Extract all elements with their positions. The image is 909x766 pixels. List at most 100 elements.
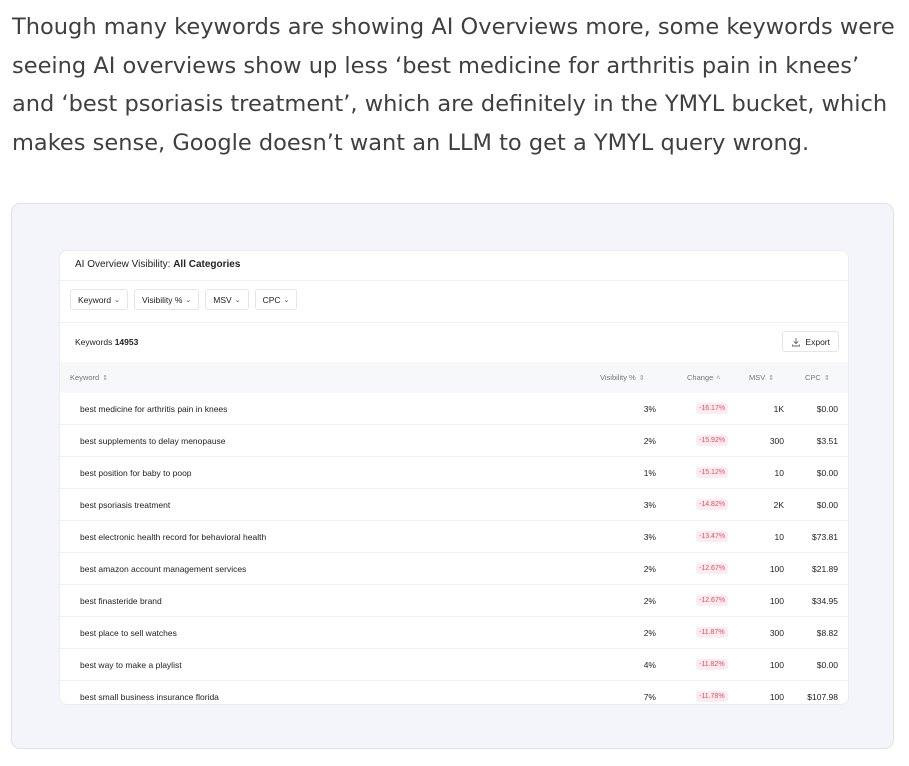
cell-msv: 100 bbox=[769, 564, 784, 574]
table-row[interactable]: best amazon account management services … bbox=[60, 553, 848, 585]
cell-msv: 100 bbox=[769, 692, 784, 702]
filter-visibility[interactable]: Visibility % ⌄ bbox=[133, 289, 200, 310]
divider bbox=[60, 280, 848, 281]
change-badge: -15.12% bbox=[696, 467, 729, 478]
cell-cpc: $3.51 bbox=[816, 436, 838, 446]
keywords-count: Keywords 14953 bbox=[75, 337, 138, 347]
cell-msv: 100 bbox=[769, 660, 784, 670]
filter-keyword[interactable]: Keyword ⌄ bbox=[70, 289, 128, 310]
change-badge: -15.92% bbox=[696, 435, 729, 446]
cell-change: -14.82% bbox=[696, 498, 729, 510]
cell-change: -11.82% bbox=[696, 658, 728, 670]
filter-keyword-label: Keyword bbox=[78, 294, 112, 305]
table-row[interactable]: best place to sell watches 2% -11.87% 30… bbox=[60, 617, 848, 649]
column-header-change[interactable]: Change ˄ bbox=[687, 373, 720, 382]
chevron-down-icon: ⌄ bbox=[234, 296, 241, 304]
column-header-keyword[interactable]: Keyword ⇕ bbox=[70, 373, 108, 382]
cell-keyword: best small business insurance florida bbox=[80, 692, 219, 702]
export-button[interactable]: Export bbox=[782, 331, 839, 352]
table-header: Keyword ⇕ Visibility % ⇕ Change ˄ MSV ⇕ CPC ⇕ bbox=[60, 362, 848, 393]
sort-icon: ⇕ bbox=[823, 375, 830, 382]
column-header-msv[interactable]: MSV ⇕ bbox=[749, 373, 774, 382]
table-row[interactable]: best medicine for arthritis pain in knee… bbox=[60, 393, 848, 425]
cell-change: -11.78% bbox=[696, 690, 728, 702]
filter-msv[interactable]: MSV ⌄ bbox=[205, 289, 249, 310]
column-header-keyword-label: Keyword bbox=[70, 373, 100, 382]
cell-cpc: $107.98 bbox=[807, 692, 838, 702]
intro-paragraph: Though many keywords are showing AI Over… bbox=[12, 14, 895, 156]
table-row[interactable]: best psoriasis treatment 3% -14.82% 2K $… bbox=[60, 489, 848, 521]
change-badge: -12.67% bbox=[696, 595, 729, 606]
column-header-cpc[interactable]: CPC ⇕ bbox=[805, 373, 830, 382]
cell-keyword: best electronic health record for behavi… bbox=[80, 532, 267, 542]
sort-ascending-icon: ˄ bbox=[716, 375, 721, 382]
cell-change: -15.92% bbox=[696, 434, 729, 446]
cell-visibility: 2% bbox=[643, 596, 656, 606]
table-row[interactable]: best supplements to delay menopause 2% -… bbox=[60, 425, 848, 457]
sort-icon: ⇕ bbox=[768, 375, 775, 382]
column-header-visibility-label: Visibility % bbox=[600, 373, 636, 382]
cell-visibility: 7% bbox=[643, 692, 656, 702]
cell-msv: 2K bbox=[773, 500, 784, 510]
sort-icon: ⇕ bbox=[638, 375, 645, 382]
table-row[interactable]: best way to make a playlist 4% -11.82% 1… bbox=[60, 649, 848, 681]
keywords-label: Keywords bbox=[75, 337, 113, 347]
column-header-msv-label: MSV bbox=[749, 373, 766, 382]
filter-visibility-label: Visibility % bbox=[141, 294, 183, 305]
cell-change: -11.87% bbox=[696, 626, 728, 638]
table-row[interactable]: best finasteride brand 2% -12.67% 100 $3… bbox=[60, 585, 848, 617]
column-header-change-label: Change bbox=[687, 373, 714, 382]
cell-keyword: best amazon account management services bbox=[80, 564, 247, 574]
filter-cpc[interactable]: CPC ⌄ bbox=[254, 289, 298, 310]
ai-overview-visibility-card: AI Overview Visibility: All Categories K… bbox=[59, 250, 849, 705]
keywords-count-value: 14953 bbox=[114, 337, 139, 347]
download-icon bbox=[792, 337, 801, 346]
cell-change: -12.67% bbox=[696, 594, 729, 606]
chevron-down-icon: ⌄ bbox=[114, 296, 120, 304]
cell-keyword: best medicine for arthritis pain in knee… bbox=[80, 404, 228, 414]
cell-change: -15.12% bbox=[696, 466, 729, 478]
table-row[interactable]: best position for baby to poop 1% -15.12… bbox=[60, 457, 848, 489]
cell-cpc: $73.81 bbox=[812, 532, 838, 542]
change-badge: -14.82% bbox=[696, 499, 729, 510]
cell-change: -12.67% bbox=[696, 562, 729, 574]
cell-visibility: 2% bbox=[643, 436, 656, 446]
filter-bar: Keyword ⌄ Visibility % ⌄ MSV ⌄ CPC ⌄ bbox=[70, 289, 298, 310]
cell-keyword: best psoriasis treatment bbox=[80, 500, 171, 510]
cell-visibility: 3% bbox=[643, 532, 656, 542]
chevron-down-icon: ⌄ bbox=[283, 296, 290, 304]
cell-visibility: 2% bbox=[643, 628, 656, 638]
cell-visibility: 3% bbox=[643, 500, 656, 510]
cell-visibility: 3% bbox=[643, 404, 656, 414]
change-badge: -12.67% bbox=[696, 563, 729, 574]
cell-msv: 1K bbox=[773, 404, 784, 414]
cell-visibility: 1% bbox=[643, 468, 656, 478]
cell-cpc: $0.00 bbox=[816, 660, 838, 670]
cell-keyword: best finasteride brand bbox=[80, 596, 162, 606]
cell-keyword: best place to sell watches bbox=[80, 628, 177, 638]
column-header-visibility[interactable]: Visibility % ⇕ bbox=[600, 373, 645, 382]
table-row[interactable]: best small business insurance florida 7%… bbox=[60, 681, 848, 712]
cell-keyword: best way to make a playlist bbox=[80, 660, 182, 670]
change-badge: -11.87% bbox=[696, 627, 728, 638]
table-body: best medicine for arthritis pain in knee… bbox=[60, 393, 848, 712]
chevron-down-icon: ⌄ bbox=[185, 296, 192, 304]
card-title-prefix: AI Overview Visibility: bbox=[75, 259, 174, 270]
table-row[interactable]: best electronic health record for behavi… bbox=[60, 521, 848, 553]
change-badge: -13.47% bbox=[696, 531, 729, 542]
export-label: Export bbox=[805, 336, 830, 347]
cell-visibility: 4% bbox=[643, 660, 656, 670]
cell-change: -16.17% bbox=[696, 402, 729, 414]
card-title: AI Overview Visibility: All Categories bbox=[75, 259, 240, 270]
cell-visibility: 2% bbox=[643, 564, 656, 574]
filter-cpc-label: CPC bbox=[262, 294, 281, 305]
screenshot-frame: AI Overview Visibility: All Categories K… bbox=[11, 203, 894, 749]
divider bbox=[60, 322, 848, 323]
card-title-category: All Categories bbox=[173, 259, 241, 270]
cell-change: -13.47% bbox=[696, 530, 729, 542]
change-badge: -16.17% bbox=[696, 403, 729, 414]
sort-icon: ⇕ bbox=[102, 375, 109, 382]
cell-msv: 300 bbox=[769, 436, 784, 446]
cell-cpc: $0.00 bbox=[816, 404, 838, 414]
cell-keyword: best position for baby to poop bbox=[80, 468, 192, 478]
